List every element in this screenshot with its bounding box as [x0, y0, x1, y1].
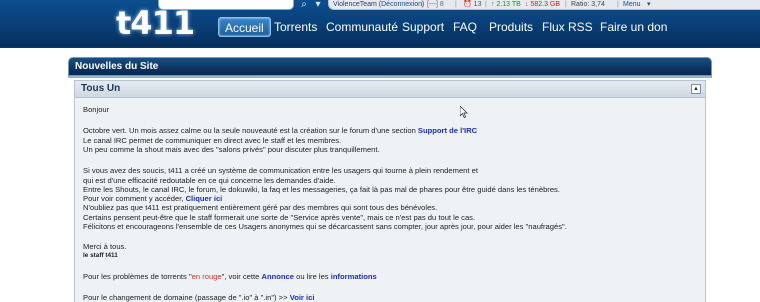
news-panel-title: Tous Un — [81, 83, 121, 94]
voir-ici-link[interactable]: Voir ici — [290, 293, 315, 302]
search-input[interactable] — [158, 0, 294, 10]
nav-item-support[interactable]: Support — [402, 17, 444, 37]
news-text: Pour voir comment y accéder, — [83, 194, 184, 203]
news-line: Félicitons et encourageons l'ensemble de… — [83, 222, 567, 231]
separator: | — [565, 1, 567, 8]
mouse-cursor-icon — [460, 106, 468, 118]
red-text: en rouge — [191, 272, 222, 281]
separator: | — [455, 1, 457, 8]
cliquer-ici-link[interactable]: Cliquer ici — [186, 194, 223, 203]
download-arrow-icon: ↓ — [525, 1, 529, 8]
annonce-link[interactable]: Annonce — [261, 272, 294, 281]
separator: | — [617, 1, 619, 8]
upload-value: 2.13 TB — [496, 1, 521, 8]
news-signature: le staff t411 — [83, 252, 118, 259]
user-topbar: ViolenceTeam (Déconnexion) | [---] 8 | ⏰… — [328, 0, 760, 10]
menu-button[interactable]: Menu — [623, 0, 641, 9]
search-area: ⌕ ▾ — [158, 0, 328, 10]
nav-item-accueil[interactable]: Accueil — [218, 17, 271, 37]
support-irc-link[interactable]: Support de l'IRC — [418, 126, 477, 135]
notifications-count: 13 — [473, 1, 482, 8]
news-panel-header: Tous Un ▲ — [75, 81, 705, 98]
news-line: Pour le changement de domaine (passage d… — [83, 293, 314, 302]
news-text: Pour les problèmes de torrents " — [83, 272, 192, 281]
logout-link[interactable]: (Déconnexion) — [379, 1, 425, 8]
upload-arrow-icon: ↑ — [491, 1, 495, 8]
nav-item-torrents[interactable]: Torrents — [274, 17, 317, 37]
upload-stat: ↑ 2.13 TB — [491, 0, 521, 9]
news-panel: Tous Un ▲ Bonjour Octobre vert. Un mois … — [74, 80, 706, 302]
menu-caret-icon[interactable]: ▾ — [647, 0, 651, 9]
user-icon[interactable]: ▾ — [312, 0, 324, 11]
alarm-icon: ⏰ — [463, 1, 472, 8]
site-header: t411 ⌕ ▾ ViolenceTeam (Déconnexion) | [-… — [0, 0, 760, 45]
news-line: Octobre vert. Un mois assez calme ou la … — [83, 126, 477, 136]
news-section-title: Nouvelles du Site — [68, 57, 712, 76]
news-text: Octobre vert. Un mois assez calme ou la … — [83, 126, 416, 135]
nav-item-produits[interactable]: Produits — [489, 17, 533, 37]
news-text: ou lire les — [296, 272, 329, 281]
collapse-icon[interactable]: ▲ — [691, 84, 701, 94]
ratio-stat: Ratio: 3,74 — [571, 1, 605, 8]
news-line: Pour les problèmes de torrents "en rouge… — [83, 272, 377, 282]
separator: | — [421, 1, 423, 8]
download-value: 582.3 GB — [530, 1, 561, 8]
separator: | — [485, 1, 487, 8]
search-icon[interactable]: ⌕ — [298, 0, 310, 11]
informations-link[interactable]: informations — [331, 272, 377, 281]
username-area: ViolenceTeam (Déconnexion) — [333, 0, 424, 9]
header-shadow — [0, 45, 760, 48]
news-line: Si vous avez des soucis, t411 a créé un … — [83, 166, 478, 175]
nav-item-flux-rss[interactable]: Flux RSS — [542, 17, 593, 37]
nav-item-faq[interactable]: FAQ — [453, 17, 477, 37]
messages-link[interactable]: [---] 8 — [427, 0, 444, 9]
download-stat: ↓ 582.3 GB — [525, 0, 560, 9]
nav-item-communaute[interactable]: Communauté — [326, 17, 398, 37]
news-text: Pour le changement de domaine (passage d… — [83, 293, 288, 302]
news-line: N'oubliez pas que t411 est pratiquement … — [83, 203, 438, 212]
notifications-link[interactable]: ⏰ 13 — [463, 0, 481, 9]
news-text: ", voir cette — [221, 272, 260, 281]
news-line: Un peu comme la shout mais avec des "sal… — [83, 145, 380, 154]
news-line: Bonjour — [83, 105, 110, 114]
username[interactable]: ViolenceTeam — [333, 1, 377, 8]
news-bar-shadow — [68, 76, 712, 78]
nav-item-faire-un-don[interactable]: Faire un don — [600, 17, 667, 37]
